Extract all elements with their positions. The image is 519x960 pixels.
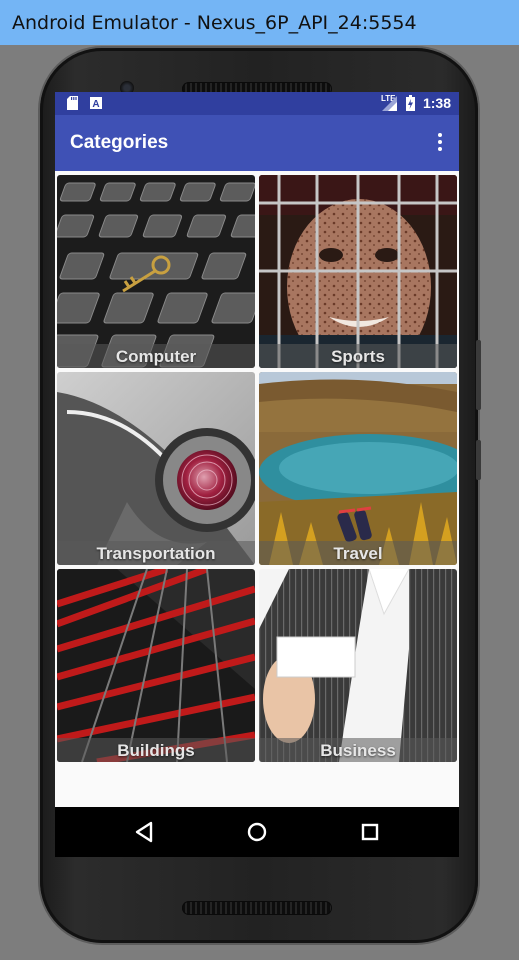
transportation-image — [57, 372, 255, 565]
app-bar-title: Categories — [70, 132, 169, 153]
svg-text:A: A — [92, 99, 99, 109]
recents-icon[interactable] — [340, 807, 400, 855]
sports-image — [259, 175, 457, 368]
buildings-image — [57, 569, 255, 762]
device-screen: A LTE 1:38 Categories Computer Sports Tr… — [55, 92, 459, 812]
battery-icon — [406, 95, 415, 111]
emulator-title-bar: Android Emulator - Nexus_6P_API_24:5554 — [0, 0, 519, 45]
window-title: Android Emulator - Nexus_6P_API_24:5554 — [12, 11, 417, 34]
volume-button[interactable] — [476, 340, 481, 410]
back-icon[interactable] — [114, 807, 174, 855]
status-bar: A LTE 1:38 — [55, 92, 459, 115]
tile-label: Sports — [331, 347, 385, 366]
category-tile-travel[interactable]: Travel — [259, 372, 457, 565]
category-tile-sports[interactable]: Sports — [259, 175, 457, 368]
navigation-bar — [55, 807, 459, 857]
business-image — [259, 569, 457, 762]
computer-image — [57, 175, 255, 368]
travel-image — [259, 372, 457, 565]
app-bar: Categories — [55, 115, 459, 171]
tile-label: Business — [320, 741, 396, 760]
category-tile-computer[interactable]: Computer — [57, 175, 255, 368]
power-button[interactable] — [476, 440, 481, 480]
category-grid: Computer Sports Transportation Travel Bu… — [57, 175, 457, 812]
tile-label: Buildings — [117, 741, 195, 760]
tile-label: Computer — [115, 347, 197, 366]
category-tile-business[interactable]: Business — [259, 569, 457, 762]
sd-card-icon — [67, 96, 78, 110]
category-tile-transportation[interactable]: Transportation — [57, 372, 255, 565]
signal-icon — [382, 96, 397, 111]
status-time: 1:38 — [422, 95, 451, 111]
tile-label: Travel — [333, 544, 383, 563]
text-a-icon: A — [90, 97, 102, 109]
home-icon[interactable] — [227, 807, 287, 855]
category-tile-buildings[interactable]: Buildings — [57, 569, 255, 762]
tile-label: Transportation — [96, 544, 216, 563]
bottom-speaker — [182, 901, 332, 915]
more-vert-icon[interactable] — [435, 133, 445, 155]
